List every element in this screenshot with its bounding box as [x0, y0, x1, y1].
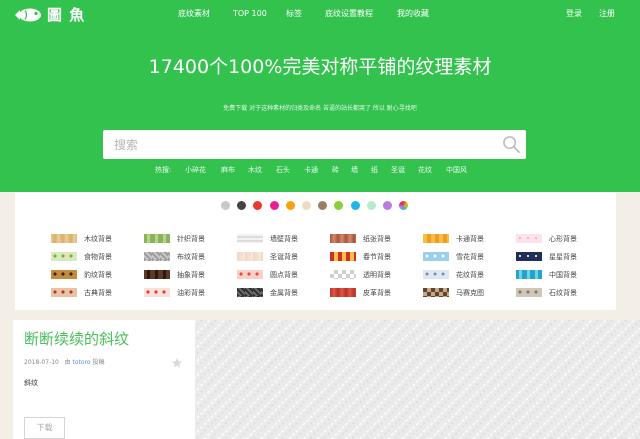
- category-thumbnail: [516, 270, 542, 279]
- category-label: 雪花背景: [456, 253, 484, 261]
- post-title[interactable]: 断断续续的斜纹: [24, 329, 129, 349]
- hot-tag[interactable]: 麻布: [221, 164, 235, 176]
- category-thumbnail: [330, 234, 356, 243]
- category-label: 星星背景: [549, 253, 577, 261]
- color-filter-dot[interactable]: [285, 201, 295, 210]
- category-label: 古典背景: [84, 289, 112, 297]
- search-box: [103, 130, 526, 159]
- category-label: 透明背景: [363, 271, 391, 279]
- hero-subtitle: 免费下载 对于这种素材的归类及命名 苦逼的站长都哭了 所以 耐心寻找吧: [223, 105, 417, 112]
- post-date: 2018-07-10: [24, 359, 59, 366]
- category-thumbnail: [423, 234, 449, 243]
- hot-tag[interactable]: 砖: [332, 164, 339, 176]
- color-filter-dot[interactable]: [237, 201, 247, 210]
- hero-title: 17400个100%完美对称平铺的纹理素材: [148, 56, 492, 78]
- post-card: 断断续续的斜纹 2018-07-10 由 totoro 投稿 斜纹 下载: [13, 320, 195, 439]
- main-nav: 底纹素材 TOP 100 标签 底纹设置教程 我的收藏 登录 注册: [0, 8, 640, 22]
- category-label: 布纹背景: [177, 253, 205, 261]
- category-label: 圆点背景: [270, 271, 298, 279]
- category-label: 针织背景: [177, 235, 205, 243]
- color-filter-dot[interactable]: [221, 201, 230, 210]
- category-thumbnail: [423, 270, 449, 279]
- register-link[interactable]: 注册: [599, 8, 615, 20]
- category-label: 石纹背景: [549, 289, 577, 297]
- hot-tag[interactable]: 中国风: [446, 164, 467, 176]
- category-label: 抽象背景: [177, 271, 205, 279]
- category-thumbnail: [237, 252, 263, 261]
- texture-preview[interactable]: [195, 320, 640, 439]
- nav-item-textures[interactable]: 底纹素材: [178, 8, 210, 20]
- category-thumbnail: [516, 234, 542, 243]
- category-thumbnail: [51, 252, 77, 261]
- hot-tag[interactable]: 石头: [276, 164, 290, 176]
- post-meta: 2018-07-10 由 totoro 投稿: [24, 358, 105, 368]
- category-thumbnail: [51, 270, 77, 279]
- category-label: 圣诞背景: [270, 253, 298, 261]
- hot-tag[interactable]: 卡通: [304, 164, 318, 176]
- hot-tag[interactable]: 花纹: [418, 164, 432, 176]
- texture-pattern: [195, 320, 640, 439]
- login-link[interactable]: 登录: [566, 8, 582, 20]
- color-filter-dot[interactable]: [334, 201, 344, 210]
- category-label: 豹纹背景: [84, 271, 112, 279]
- category-thumbnail: [144, 234, 170, 243]
- color-filter-dot[interactable]: [302, 201, 311, 210]
- category-thumbnail: [237, 270, 263, 279]
- category-thumbnail: [51, 234, 77, 243]
- hot-label: 热搜:: [155, 166, 172, 174]
- category-thumbnail: [237, 288, 263, 297]
- color-filter-dot[interactable]: [350, 201, 360, 210]
- nav-item-tags[interactable]: 标签: [286, 8, 302, 20]
- post-author[interactable]: totoro: [73, 359, 91, 366]
- category-thumbnail: [516, 252, 542, 261]
- color-filter-dot[interactable]: [253, 201, 263, 210]
- category-label: 心形背景: [549, 235, 577, 243]
- color-filter-dot[interactable]: [383, 201, 392, 210]
- category-thumbnail: [423, 288, 449, 297]
- category-label: 皮革背景: [363, 289, 391, 297]
- color-filter-dot[interactable]: [318, 201, 328, 210]
- category-thumbnail: [330, 270, 356, 279]
- hot-tag[interactable]: 小碎花: [185, 164, 206, 176]
- hot-tag[interactable]: 墙: [351, 164, 358, 176]
- category-thumbnail: [144, 252, 170, 261]
- category-label: 马赛克图: [456, 289, 484, 297]
- hot-tag[interactable]: 纸: [371, 164, 378, 176]
- category-panel: 木纹背景 针织背景 墙壁背景 纸张背景 卡通背景 心形背景食物背景 布纹背景 圣诞背景 春节背景…: [15, 192, 616, 310]
- author-suffix: 投稿: [92, 359, 105, 366]
- category-label: 食物背景: [84, 253, 112, 261]
- category-label: 花纹背景: [456, 271, 484, 279]
- hero-banner: 圖 魚 底纹素材 TOP 100 标签 底纹设置教程 我的收藏 登录 注册 17…: [0, 0, 640, 192]
- post-tag[interactable]: 斜纹: [24, 378, 38, 388]
- category-thumbnail: [144, 288, 170, 297]
- download-button[interactable]: 下载: [24, 417, 65, 439]
- category-label: 木纹背景: [84, 235, 112, 243]
- nav-item-favorites[interactable]: 我的收藏: [397, 8, 429, 20]
- hot-tag[interactable]: 圣诞: [391, 164, 405, 176]
- nav-item-top100[interactable]: TOP 100: [233, 8, 267, 20]
- category-thumbnail: [330, 288, 356, 297]
- category-thumbnail: [423, 252, 449, 261]
- color-filter-dot[interactable]: [366, 201, 376, 210]
- category-label: 卡通背景: [456, 235, 484, 243]
- category-label: 油彩背景: [177, 289, 205, 297]
- color-filter-dot[interactable]: [269, 201, 279, 210]
- category-thumbnail: [144, 270, 170, 279]
- search-icon[interactable]: [502, 135, 521, 154]
- category-thumbnail: [516, 288, 542, 297]
- category-label: 纸张背景: [363, 235, 391, 243]
- category-label: 金属背景: [270, 289, 298, 297]
- category-thumbnail: [237, 234, 263, 243]
- category-thumbnail: [330, 252, 356, 261]
- category-thumbnail: [51, 288, 77, 297]
- star-icon[interactable]: [171, 357, 183, 369]
- category-label: 中国背景: [549, 271, 577, 279]
- nav-item-tutorial[interactable]: 底纹设置教程: [325, 8, 373, 20]
- color-filter-dot[interactable]: [399, 201, 409, 210]
- hot-tag[interactable]: 木纹: [248, 164, 262, 176]
- author-prefix: 由: [64, 359, 71, 366]
- search-input[interactable]: [103, 130, 493, 159]
- category-label: 春节背景: [363, 253, 391, 261]
- category-label: 墙壁背景: [270, 235, 298, 243]
